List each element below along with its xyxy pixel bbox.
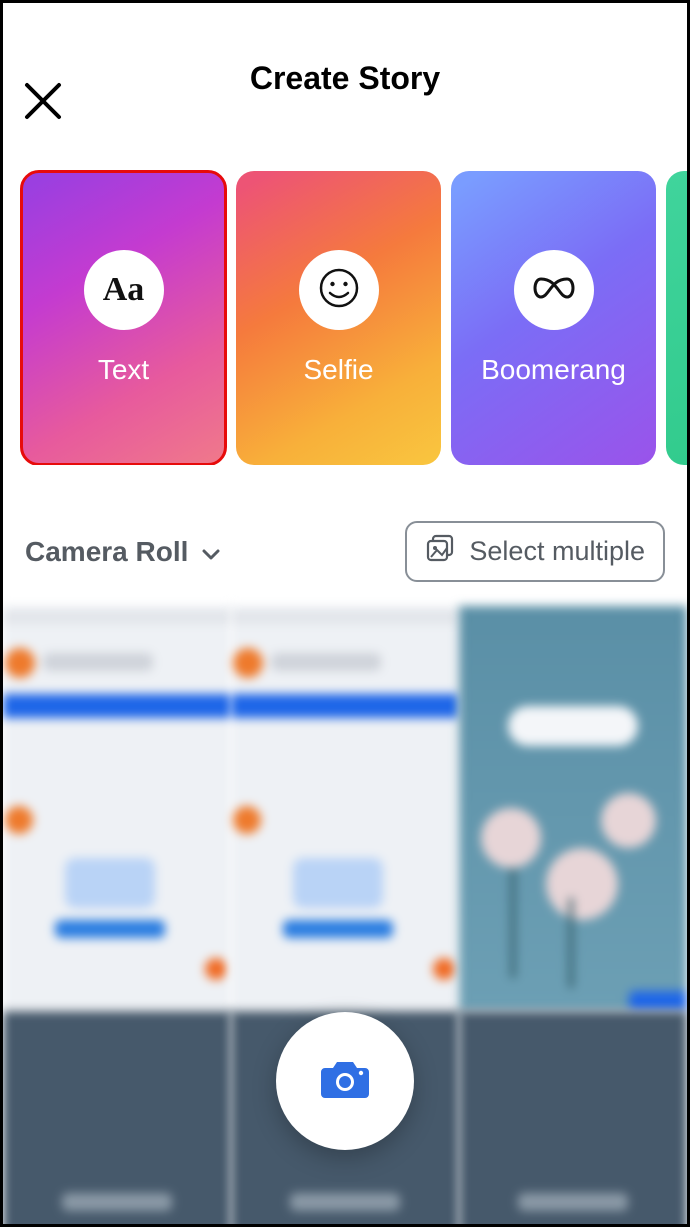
camera-icon (319, 1056, 371, 1107)
gallery-thumb[interactable] (3, 606, 231, 1011)
thumb-preview (459, 1011, 687, 1227)
close-icon (23, 108, 63, 125)
mode-card-next[interactable] (666, 171, 687, 465)
thumb-preview (3, 1011, 231, 1227)
page-title: Create Story (250, 60, 440, 97)
thumb-preview (231, 606, 459, 1011)
gallery-thumb[interactable] (459, 606, 687, 1011)
thumb-preview (3, 606, 231, 1011)
gallery-thumb[interactable] (3, 1011, 231, 1227)
mode-label: Boomerang (481, 354, 626, 386)
select-multiple-label: Select multiple (469, 536, 645, 567)
smiley-icon (317, 266, 361, 315)
gallery-thumb[interactable] (459, 1011, 687, 1227)
header: Create Story (3, 3, 687, 153)
mode-label: Selfie (303, 354, 373, 386)
mode-card-text[interactable]: Aa Text (21, 171, 226, 465)
infinity-icon (527, 273, 581, 308)
mode-card-selfie[interactable]: Selfie (236, 171, 441, 465)
mode-icon-circle (299, 250, 379, 330)
close-button[interactable] (23, 81, 63, 121)
mode-card-boomerang[interactable]: Boomerang (451, 171, 656, 465)
create-story-screen: Create Story Aa Text Selfie Boomerang (0, 0, 690, 1227)
gallery-header: Camera Roll Select multiple (3, 465, 687, 606)
chevron-down-icon (202, 536, 220, 568)
text-icon: Aa (103, 271, 145, 309)
gallery-multi-icon (425, 533, 455, 570)
album-picker[interactable]: Camera Roll (25, 536, 220, 568)
gallery-thumb[interactable] (231, 606, 459, 1011)
mode-label: Text (98, 354, 149, 386)
album-label: Camera Roll (25, 536, 188, 568)
select-multiple-button[interactable]: Select multiple (405, 521, 665, 582)
story-modes-row[interactable]: Aa Text Selfie Boomerang (3, 153, 687, 465)
mode-icon-circle (514, 250, 594, 330)
mode-icon-circle: Aa (84, 250, 164, 330)
thumb-preview (459, 606, 687, 1011)
camera-button[interactable] (276, 1012, 414, 1150)
gallery-grid (3, 606, 687, 1011)
